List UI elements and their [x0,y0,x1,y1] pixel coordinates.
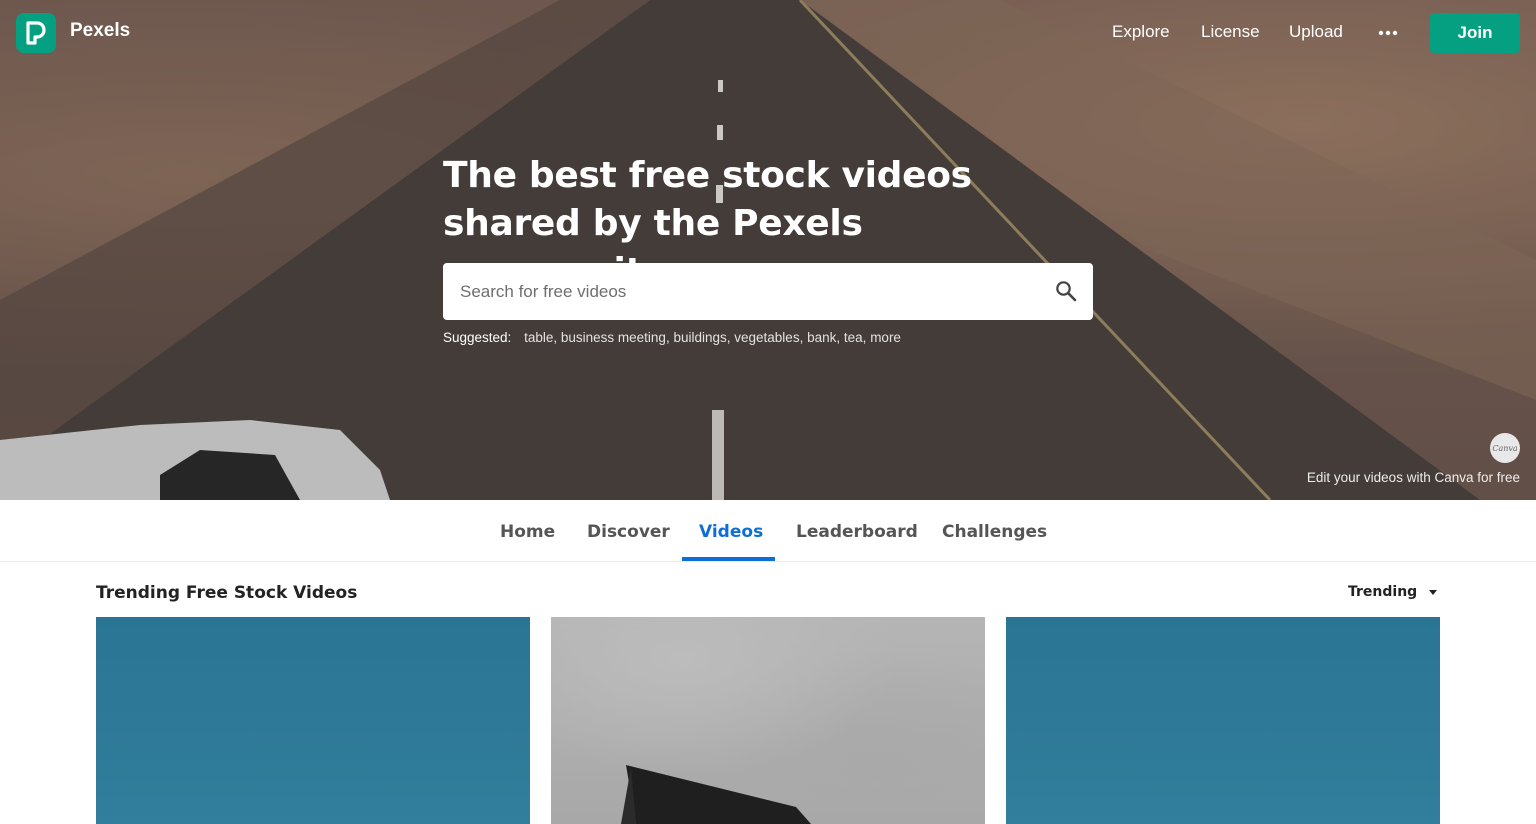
tab-videos[interactable]: Videos [699,522,763,542]
video-thumbnail[interactable] [551,617,985,824]
sort-dropdown-label: Trending [1348,584,1418,600]
video-thumbnail[interactable] [96,617,530,824]
more-dots-icon[interactable] [1377,22,1399,44]
section-tabs: Home Discover Videos Leaderboard Challen… [0,500,1536,562]
nav-explore[interactable]: Explore [1112,22,1170,42]
search-input[interactable] [443,263,1043,320]
suggested-searches: Suggested: table, business meeting, buil… [443,330,901,345]
top-navbar: Pexels Explore License Upload Join [0,0,1536,66]
suggested-link-more[interactable]: more [870,330,901,345]
nav-upload[interactable]: Upload [1289,22,1343,42]
canva-edit-link[interactable]: Edit your videos with Canva for free [1307,470,1520,485]
canva-logo-icon[interactable]: Canva [1490,433,1520,463]
suggested-link[interactable]: business meeting [561,330,666,345]
suggested-link[interactable]: buildings [673,330,726,345]
suggested-link[interactable]: table [524,330,553,345]
tab-home[interactable]: Home [500,522,555,542]
suggested-link[interactable]: vegetables [734,330,799,345]
active-tab-indicator [682,557,775,561]
thumbnail-shape [621,765,811,824]
nav-license[interactable]: License [1201,22,1260,42]
suggested-link[interactable]: bank [807,330,836,345]
tab-leaderboard[interactable]: Leaderboard [796,522,918,542]
join-button[interactable]: Join [1430,13,1520,53]
suggested-label: Suggested: [443,330,512,345]
tab-challenges[interactable]: Challenges [942,522,1047,542]
section-title: Trending Free Stock Videos [96,583,358,603]
caret-down-icon [1429,589,1438,595]
search-bar [443,263,1093,320]
video-thumbnail[interactable] [1006,617,1440,824]
suggested-link[interactable]: tea [844,330,863,345]
tab-discover[interactable]: Discover [587,522,670,542]
logo-text[interactable]: Pexels [70,20,130,42]
pexels-logo-icon[interactable] [16,13,56,53]
search-icon[interactable] [1055,280,1077,302]
sort-dropdown[interactable]: Trending [1348,584,1438,600]
